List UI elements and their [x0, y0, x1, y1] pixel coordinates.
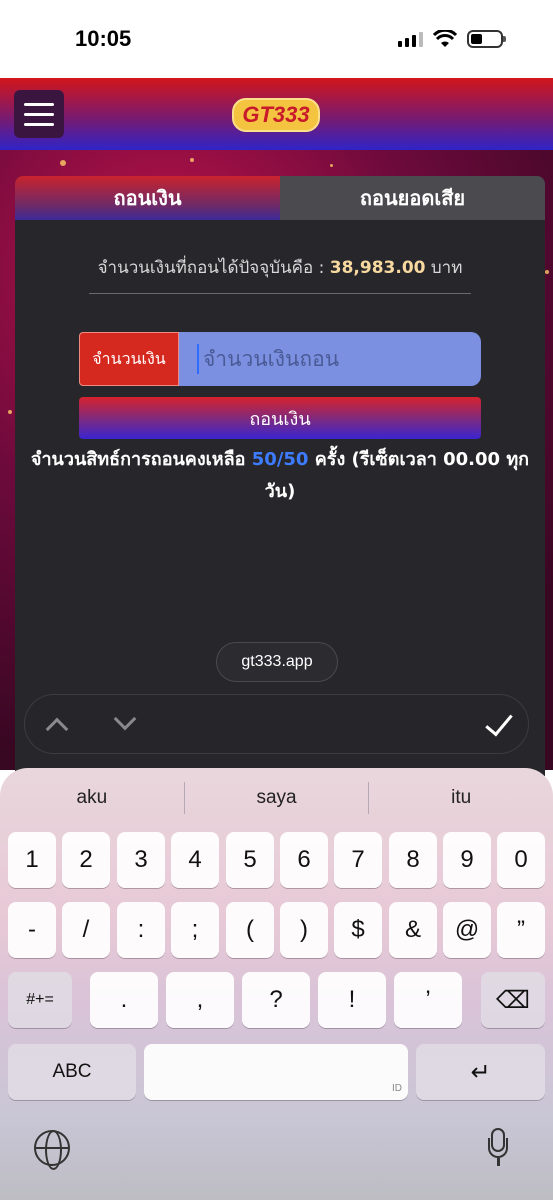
key-semicolon[interactable]: ; — [171, 902, 219, 958]
withdraw-panel: ถอนเงิน ถอนยอดเสีย จำนวนเงินที่ถอนได้ปัจ… — [15, 176, 545, 776]
key-period[interactable]: . — [90, 972, 158, 1028]
suggestion-bar: aku saya itu — [0, 782, 553, 814]
keyboard-accessory-bar — [24, 694, 529, 754]
space-key[interactable]: ID — [144, 1044, 408, 1100]
app-header: GT333 — [0, 78, 553, 150]
key-4[interactable]: 4 — [171, 832, 219, 888]
key-apostrophe[interactable]: ’ — [394, 972, 462, 1028]
available-balance: จำนวนเงินที่ถอนได้ปัจจุบันคือ : 38,983.0… — [89, 254, 471, 294]
key-dash[interactable]: - — [8, 902, 56, 958]
return-icon: ↵ — [470, 1058, 491, 1086]
amount-label: จำนวนเงิน — [79, 332, 179, 386]
abc-key[interactable]: ABC — [8, 1044, 136, 1100]
key-6[interactable]: 6 — [280, 832, 328, 888]
amount-input-wrapper[interactable] — [179, 332, 481, 386]
delete-icon: ⌫ — [496, 986, 530, 1014]
microphone-icon[interactable] — [488, 1128, 508, 1168]
key-open-paren[interactable]: ( — [226, 902, 274, 958]
hamburger-menu-button[interactable] — [14, 90, 64, 138]
logo-text: GT333 — [232, 98, 320, 132]
key-dollar[interactable]: $ — [334, 902, 382, 958]
rights-count: 50/50 — [251, 449, 309, 470]
url-pill[interactable]: gt333.app — [216, 642, 338, 682]
key-close-paren[interactable]: ) — [280, 902, 328, 958]
amount-row: จำนวนเงิน — [79, 332, 481, 386]
balance-amount: 38,983.00 — [329, 258, 426, 278]
battery-icon — [467, 30, 506, 48]
symbols-toggle-key[interactable]: #+= — [8, 972, 72, 1028]
key-ampersand[interactable]: & — [389, 902, 437, 958]
withdraw-amount-input[interactable] — [203, 347, 463, 371]
tab-withdraw[interactable]: ถอนเงิน — [15, 176, 280, 220]
key-9[interactable]: 9 — [443, 832, 491, 888]
done-checkmark-icon[interactable] — [485, 707, 513, 737]
key-question[interactable]: ? — [242, 972, 310, 1028]
balance-unit: บาท — [430, 258, 463, 278]
delete-key[interactable]: ⌫ — [481, 972, 545, 1028]
key-colon[interactable]: : — [117, 902, 165, 958]
withdraw-tabs: ถอนเงิน ถอนยอดเสีย — [15, 176, 545, 220]
withdraw-rights-info: จำนวนสิทธ์การถอนคงเหลือ 50/50 ครั้ง (รีเ… — [15, 444, 545, 508]
key-5[interactable]: 5 — [226, 832, 274, 888]
key-8[interactable]: 8 — [389, 832, 437, 888]
globe-icon[interactable] — [34, 1130, 70, 1170]
key-0[interactable]: 0 — [497, 832, 545, 888]
tab-withdraw-loss[interactable]: ถอนยอดเสีย — [280, 176, 545, 220]
next-field-chevron-down-icon[interactable] — [113, 707, 137, 731]
key-slash[interactable]: / — [62, 902, 110, 958]
key-2[interactable]: 2 — [62, 832, 110, 888]
withdraw-button[interactable]: ถอนเงิน — [79, 397, 481, 439]
text-cursor — [197, 344, 199, 374]
space-language-hint: ID — [392, 1083, 402, 1094]
key-at[interactable]: @ — [443, 902, 491, 958]
numeric-keyboard: aku saya itu 1 2 3 4 5 6 7 8 9 0 - / : ;… — [0, 768, 553, 1200]
key-7[interactable]: 7 — [334, 832, 382, 888]
status-time: 10:05 — [75, 26, 132, 51]
rights-prefix: จำนวนสิทธ์การถอนคงเหลือ — [30, 449, 246, 470]
key-1[interactable]: 1 — [8, 832, 56, 888]
key-comma[interactable]: , — [166, 972, 234, 1028]
suggestion-item[interactable]: itu — [369, 782, 553, 814]
wifi-icon — [433, 30, 457, 47]
key-quote[interactable]: ” — [497, 902, 545, 958]
gt333-logo[interactable]: GT333 — [232, 98, 320, 132]
suggestion-item[interactable]: saya — [185, 782, 370, 814]
return-key[interactable]: ↵ — [416, 1044, 545, 1100]
cellular-signal-icon — [398, 31, 423, 47]
previous-field-chevron-up-icon[interactable] — [45, 717, 69, 741]
key-exclamation[interactable]: ! — [318, 972, 386, 1028]
balance-prefix: จำนวนเงินที่ถอนได้ปัจจุบันคือ : — [97, 258, 325, 278]
suggestion-item[interactable]: aku — [0, 782, 185, 814]
status-icons — [398, 30, 506, 48]
key-3[interactable]: 3 — [117, 832, 165, 888]
status-bar: 10:05 — [0, 0, 553, 78]
